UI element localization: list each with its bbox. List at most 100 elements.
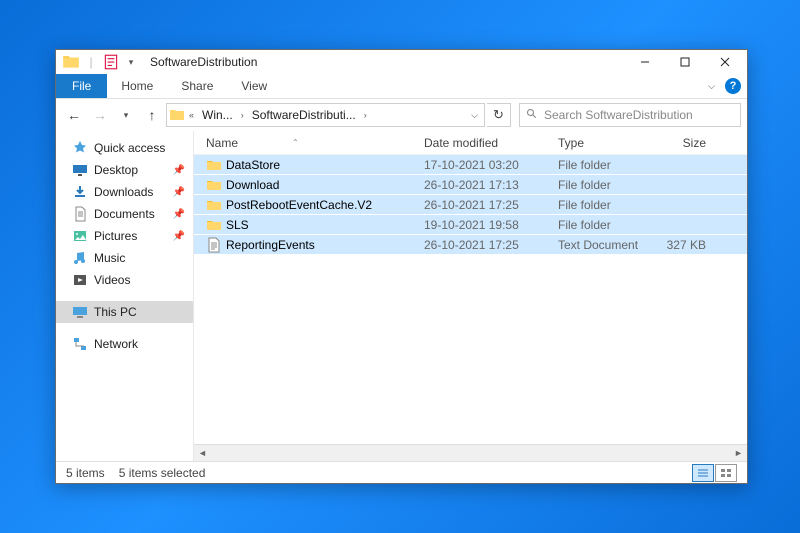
folder-icon [206, 177, 222, 193]
address-bar[interactable]: « Win... › SoftwareDistributi... › ⌵ [166, 103, 485, 127]
file-date: 17-10-2021 03:20 [418, 158, 552, 172]
sidebar-item-pictures[interactable]: Pictures 📌 [56, 225, 193, 247]
file-row[interactable]: Download26-10-2021 17:13File folder [194, 175, 747, 195]
sidebar-item-videos[interactable]: Videos [56, 269, 193, 291]
details-view-button[interactable] [692, 464, 714, 482]
address-dropdown-icon[interactable]: ⌵ [471, 110, 478, 121]
file-list: DataStore17-10-2021 03:20File folderDown… [194, 155, 747, 444]
navigation-pane: Quick access Desktop 📌 Downloads 📌 Docum… [56, 131, 194, 461]
sort-indicator-icon: ⌃ [292, 138, 299, 147]
column-date[interactable]: Date modified [418, 136, 552, 150]
chevron-icon[interactable]: « [187, 110, 196, 120]
sidebar-item-desktop[interactable]: Desktop 📌 [56, 159, 193, 181]
video-icon [72, 272, 88, 288]
sidebar-item-this-pc[interactable]: This PC [56, 301, 193, 323]
status-selected: 5 items selected [119, 466, 206, 480]
window-controls [625, 50, 745, 74]
file-tab[interactable]: File [56, 74, 107, 98]
pin-icon: 📌 [173, 231, 185, 242]
file-size: 327 KB [652, 238, 712, 252]
download-icon [72, 184, 88, 200]
folder-icon [206, 157, 222, 173]
scroll-right-icon[interactable]: ► [730, 445, 747, 462]
explorer-window: | ▾ SoftwareDistribution File Home Share… [55, 49, 748, 484]
folder-icon [169, 107, 185, 123]
sidebar-item-downloads[interactable]: Downloads 📌 [56, 181, 193, 203]
titlebar: | ▾ SoftwareDistribution [56, 50, 747, 74]
file-row[interactable]: SLS19-10-2021 19:58File folder [194, 215, 747, 235]
sidebar-item-label: Music [94, 251, 125, 265]
search-icon [526, 108, 538, 123]
sidebar-item-label: Downloads [94, 185, 153, 199]
breadcrumb-segment[interactable]: Win... [198, 108, 237, 122]
search-placeholder: Search SoftwareDistribution [544, 108, 693, 122]
chevron-right-icon[interactable]: › [239, 110, 246, 120]
file-name: SLS [226, 218, 249, 232]
minimize-button[interactable] [625, 50, 665, 74]
tab-share[interactable]: Share [167, 74, 227, 98]
file-list-pane: Name⌃ Date modified Type Size DataStore 1… [194, 131, 747, 461]
file-name: ReportingEvents [226, 238, 315, 252]
forward-button[interactable]: → [88, 103, 112, 127]
sidebar-item-label: Pictures [94, 229, 137, 243]
file-date: 26-10-2021 17:25 [418, 198, 552, 212]
file-row[interactable]: DataStore 17-10-2021 03:20File folder [194, 155, 747, 175]
sidebar-item-documents[interactable]: Documents 📌 [56, 203, 193, 225]
status-count: 5 items [66, 466, 105, 480]
help-icon[interactable]: ? [725, 78, 741, 94]
text-icon [206, 237, 222, 253]
chevron-right-icon[interactable]: › [362, 110, 369, 120]
network-icon [72, 336, 88, 352]
sidebar-item-label: Documents [94, 207, 155, 221]
up-button[interactable]: ↑ [140, 103, 164, 127]
sidebar-item-label: This PC [94, 305, 137, 319]
sidebar-item-music[interactable]: Music [56, 247, 193, 269]
music-icon [72, 250, 88, 266]
status-bar: 5 items 5 items selected [56, 461, 747, 483]
view-toggle [692, 464, 737, 482]
pc-icon [72, 304, 88, 320]
quick-access-toolbar: | ▾ [58, 53, 140, 71]
file-name: DataStore [226, 158, 280, 172]
pin-icon: 📌 [173, 187, 185, 198]
sidebar-item-label: Videos [94, 273, 130, 287]
sidebar-item-label: Network [94, 337, 138, 351]
folder-icon [206, 197, 222, 213]
folder-icon [62, 53, 80, 71]
file-row[interactable]: ReportingEvents 26-10-2021 17:25Text Docu… [194, 235, 747, 255]
recent-dropdown[interactable]: ▾ [114, 103, 138, 127]
document-icon [72, 206, 88, 222]
sidebar-item-network[interactable]: Network [56, 333, 193, 355]
column-size[interactable]: Size [652, 136, 712, 150]
maximize-button[interactable] [665, 50, 705, 74]
close-button[interactable] [705, 50, 745, 74]
ribbon-tabs: File Home Share View ⌵ ? [56, 74, 747, 99]
navigation-row: ← → ▾ ↑ « Win... › SoftwareDistributi...… [56, 99, 747, 131]
sidebar-quick-access[interactable]: Quick access [56, 137, 193, 159]
window-title: SoftwareDistribution [150, 55, 625, 69]
ribbon-expand-icon[interactable]: ⌵ [708, 81, 715, 92]
file-name: Download [226, 178, 279, 192]
file-type: File folder [552, 158, 652, 172]
column-type[interactable]: Type [552, 136, 652, 150]
file-type: File folder [552, 218, 652, 232]
properties-icon[interactable] [102, 53, 120, 71]
search-input[interactable]: Search SoftwareDistribution [519, 103, 741, 127]
back-button[interactable]: ← [62, 103, 86, 127]
file-date: 26-10-2021 17:25 [418, 238, 552, 252]
thumbnails-view-button[interactable] [715, 464, 737, 482]
column-name[interactable]: Name⌃ [200, 136, 418, 150]
tab-home[interactable]: Home [107, 74, 167, 98]
scroll-left-icon[interactable]: ◄ [194, 445, 211, 462]
tab-view[interactable]: View [227, 74, 281, 98]
file-row[interactable]: PostRebootEventCache.V226-10-2021 17:25F… [194, 195, 747, 215]
qat-dropdown-icon[interactable]: ▾ [122, 53, 140, 71]
file-date: 26-10-2021 17:13 [418, 178, 552, 192]
pin-icon: 📌 [173, 165, 185, 176]
horizontal-scrollbar[interactable]: ◄ ► [194, 444, 747, 461]
picture-icon [72, 228, 88, 244]
file-type: Text Document [552, 238, 652, 252]
column-headers: Name⌃ Date modified Type Size [194, 131, 747, 155]
refresh-button[interactable]: ↻ [487, 103, 511, 127]
breadcrumb-segment[interactable]: SoftwareDistributi... [248, 108, 360, 122]
